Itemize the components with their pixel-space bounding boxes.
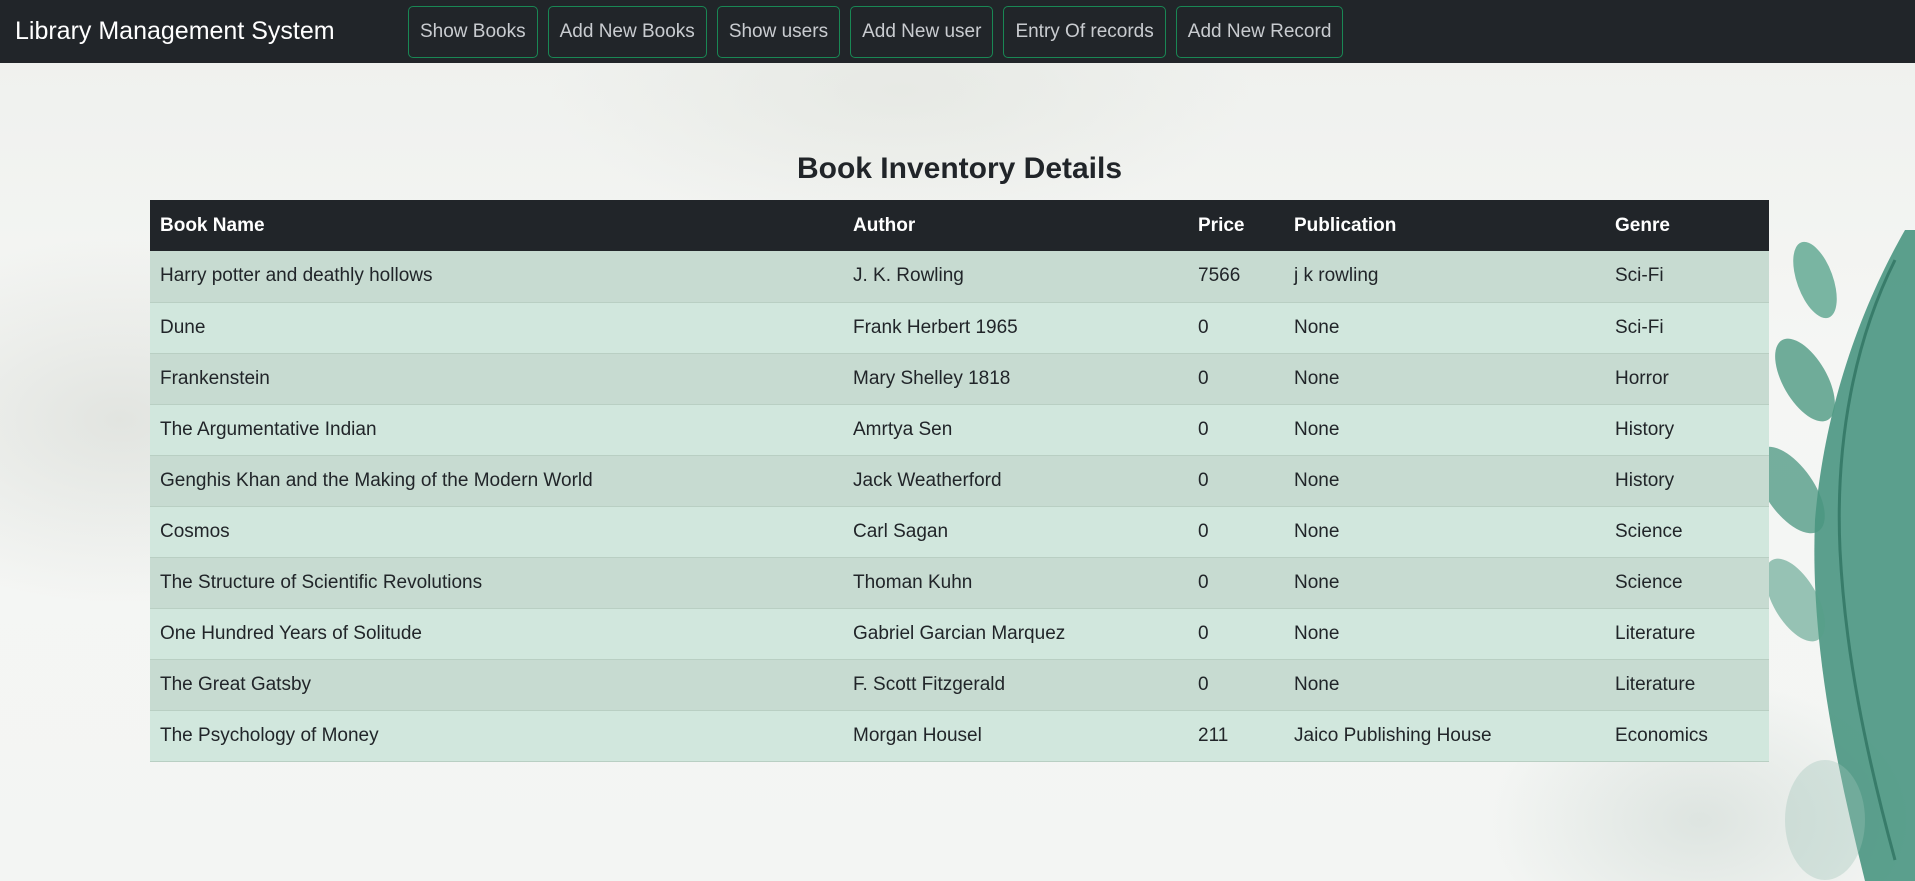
show-users-button[interactable]: Show users: [716, 5, 841, 58]
cell-book-name: Harry potter and deathly hollows: [160, 265, 433, 287]
cell-price: 0: [1198, 622, 1209, 644]
cell-publication: None: [1294, 622, 1340, 644]
header-book-name: Book Name: [160, 214, 265, 236]
table-header-row: Book Name Author Price Publication Genre: [150, 200, 1769, 251]
cell-book-name: Frankenstein: [160, 367, 270, 389]
cell-author: J. K. Rowling: [853, 265, 964, 287]
cell-book-name: The Great Gatsby: [160, 673, 312, 695]
table-row: Harry potter and deathly hollows J. K. R…: [150, 251, 1769, 302]
header-genre: Genre: [1615, 214, 1670, 236]
cell-author: Carl Sagan: [853, 520, 949, 542]
cell-price: 0: [1198, 520, 1209, 542]
brand-title[interactable]: Library Management System: [15, 17, 408, 46]
table-body: Harry potter and deathly hollows J. K. R…: [150, 251, 1769, 761]
entry-of-records-button[interactable]: Entry Of records: [1003, 5, 1166, 58]
cell-book-name: Genghis Khan and the Making of the Moder…: [160, 469, 593, 491]
cell-genre: Sci-Fi: [1615, 265, 1664, 287]
cell-publication: None: [1294, 367, 1340, 389]
add-new-record-button[interactable]: Add New Record: [1175, 5, 1344, 58]
cell-publication: None: [1294, 673, 1340, 695]
cell-genre: History: [1615, 469, 1675, 491]
table-row: Dune Frank Herbert 1965 0 None Sci-Fi: [150, 302, 1769, 353]
cell-genre: Science: [1615, 571, 1683, 593]
nav-button-group: Show Books Add New Books Show users Add …: [408, 5, 1353, 58]
cell-author: F. Scott Fitzgerald: [853, 673, 1006, 695]
cell-author: Amrtya Sen: [853, 418, 953, 440]
cell-genre: Economics: [1615, 724, 1708, 746]
cell-publication: None: [1294, 520, 1340, 542]
cell-price: 0: [1198, 367, 1209, 389]
page-title: Book Inventory Details: [796, 152, 1123, 185]
cell-publication: None: [1294, 418, 1340, 440]
header-publication: Publication: [1294, 214, 1397, 236]
cell-genre: Science: [1615, 520, 1683, 542]
cell-price: 0: [1198, 316, 1209, 338]
cell-author: Gabriel Garcian Marquez: [853, 622, 1066, 644]
cell-price: 0: [1198, 673, 1209, 695]
table-row: One Hundred Years of Solitude Gabriel Ga…: [150, 608, 1769, 659]
cell-author: Morgan Housel: [853, 724, 982, 746]
cell-author: Frank Herbert 1965: [853, 316, 1018, 338]
table-row: Frankenstein Mary Shelley 1818 0 None Ho…: [150, 353, 1769, 404]
leaf-decoration: [1755, 230, 1915, 881]
table-row: Genghis Khan and the Making of the Moder…: [150, 455, 1769, 506]
cell-author: Thoman Kuhn: [853, 571, 973, 593]
cell-publication: None: [1294, 469, 1340, 491]
cell-book-name: The Psychology of Money: [160, 724, 379, 746]
cell-publication: None: [1294, 571, 1340, 593]
table-row: The Argumentative Indian Amrtya Sen 0 No…: [150, 404, 1769, 455]
top-navbar: Library Management System Show Books Add…: [0, 0, 1915, 63]
table-row: The Psychology of Money Morgan Housel 21…: [150, 710, 1769, 761]
show-books-button[interactable]: Show Books: [408, 5, 538, 58]
cell-genre: Literature: [1615, 673, 1696, 695]
add-new-books-button[interactable]: Add New Books: [547, 5, 707, 58]
cell-genre: Sci-Fi: [1615, 316, 1664, 338]
cell-genre: Literature: [1615, 622, 1696, 644]
table-header: Book Name Author Price Publication Genre: [150, 200, 1769, 251]
header-author: Author: [853, 214, 916, 236]
cell-price: 211: [1198, 724, 1229, 746]
cell-price: 7566: [1198, 265, 1241, 287]
book-inventory-table: Book Name Author Price Publication Genre…: [150, 200, 1769, 762]
cell-author: Jack Weatherford: [853, 469, 1002, 491]
cell-book-name: Dune: [160, 316, 206, 338]
cell-genre: Horror: [1615, 367, 1669, 389]
cell-price: 0: [1198, 571, 1209, 593]
cell-genre: History: [1615, 418, 1675, 440]
table-row: The Great Gatsby F. Scott Fitzgerald 0 N…: [150, 659, 1769, 710]
cell-book-name: Cosmos: [160, 520, 230, 542]
cell-publication: j k rowling: [1294, 265, 1379, 287]
cell-publication: Jaico Publishing House: [1294, 724, 1492, 746]
cell-publication: None: [1294, 316, 1340, 338]
cell-price: 0: [1198, 418, 1209, 440]
cell-book-name: One Hundred Years of Solitude: [160, 622, 422, 644]
cell-book-name: The Structure of Scientific Revolutions: [160, 571, 483, 593]
add-new-user-button[interactable]: Add New user: [850, 5, 994, 58]
cell-author: Mary Shelley 1818: [853, 367, 1011, 389]
header-price: Price: [1198, 214, 1245, 236]
cell-book-name: The Argumentative Indian: [160, 418, 377, 440]
table-row: Cosmos Carl Sagan 0 None Science: [150, 506, 1769, 557]
table-row: The Structure of Scientific Revolutions …: [150, 557, 1769, 608]
cell-price: 0: [1198, 469, 1209, 491]
